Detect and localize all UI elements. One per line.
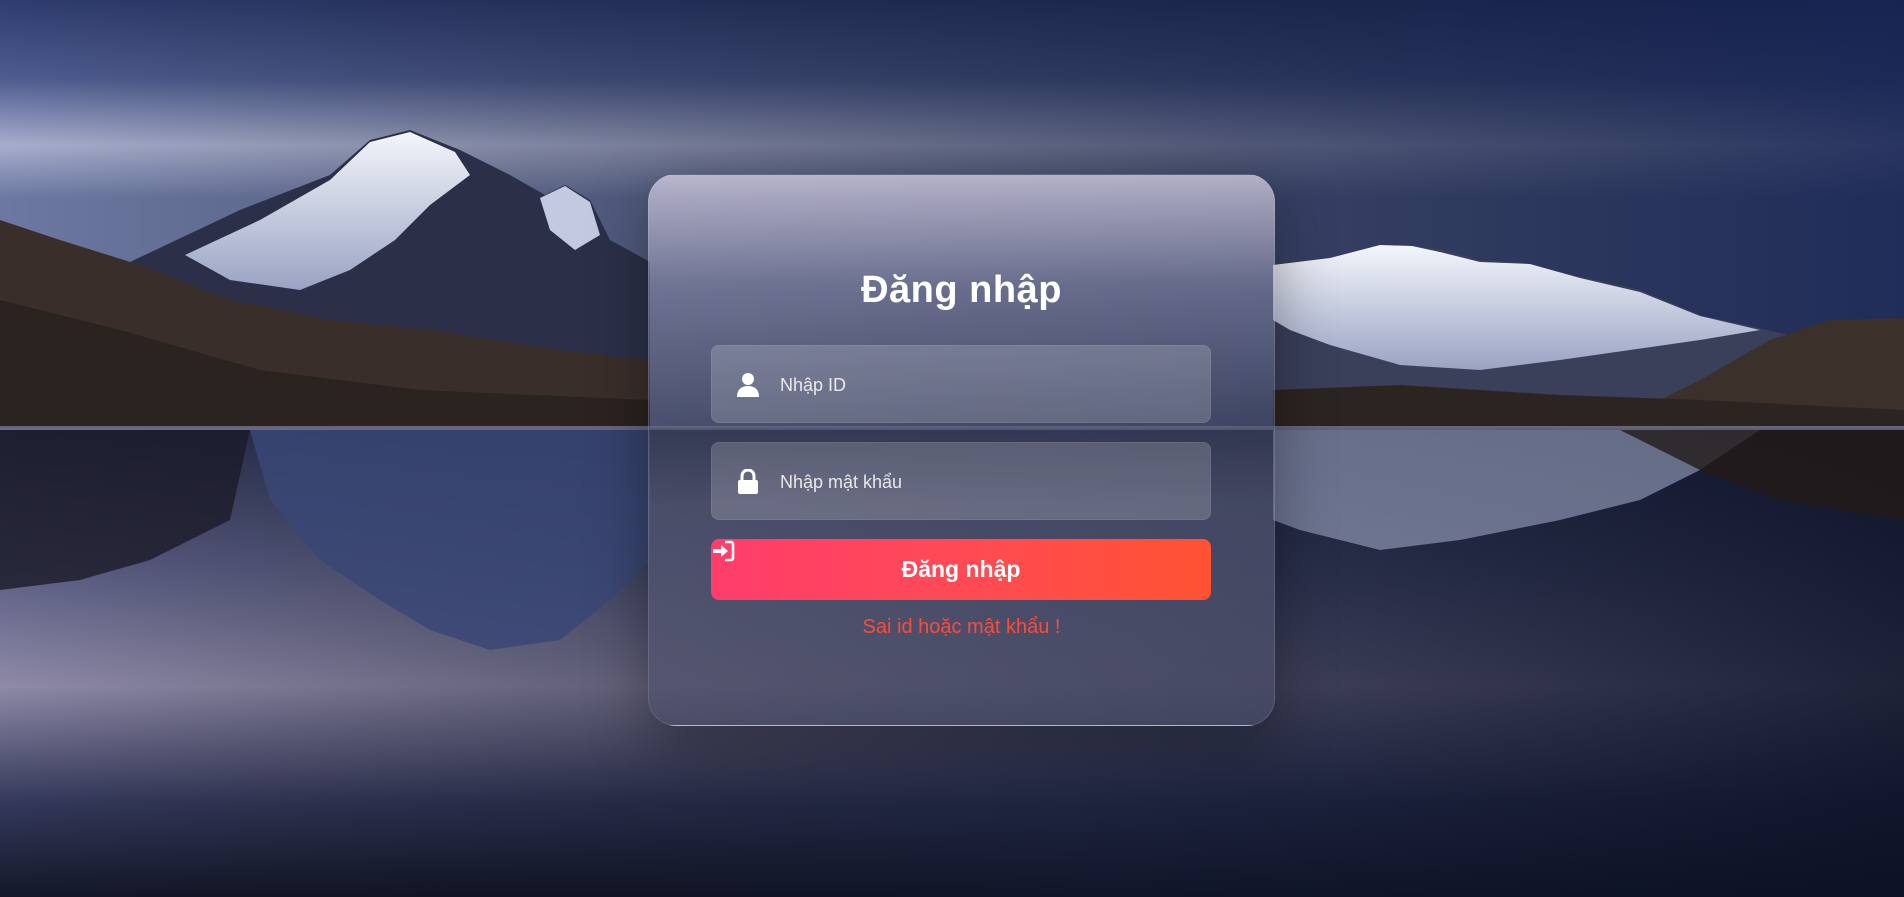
password-field[interactable]: [711, 442, 1211, 521]
sign-in-icon: [713, 540, 735, 562]
login-card: Đăng nhập Đăng nhập Sai id hoặc mật khẩu…: [648, 174, 1275, 726]
error-message: Sai id hoặc mật khẩu !: [862, 616, 1061, 638]
id-input[interactable]: [778, 346, 1202, 424]
login-button[interactable]: Đăng nhập: [711, 539, 1211, 600]
login-title: Đăng nhập: [861, 269, 1062, 311]
password-input[interactable]: [778, 443, 1202, 521]
user-icon: [737, 373, 759, 397]
login-button-label: Đăng nhập: [901, 556, 1021, 582]
id-field[interactable]: [711, 345, 1211, 424]
lock-icon: [738, 469, 758, 494]
background-landscape: Đăng nhập Đăng nhập Sai id hoặc mật khẩu…: [0, 0, 1904, 897]
